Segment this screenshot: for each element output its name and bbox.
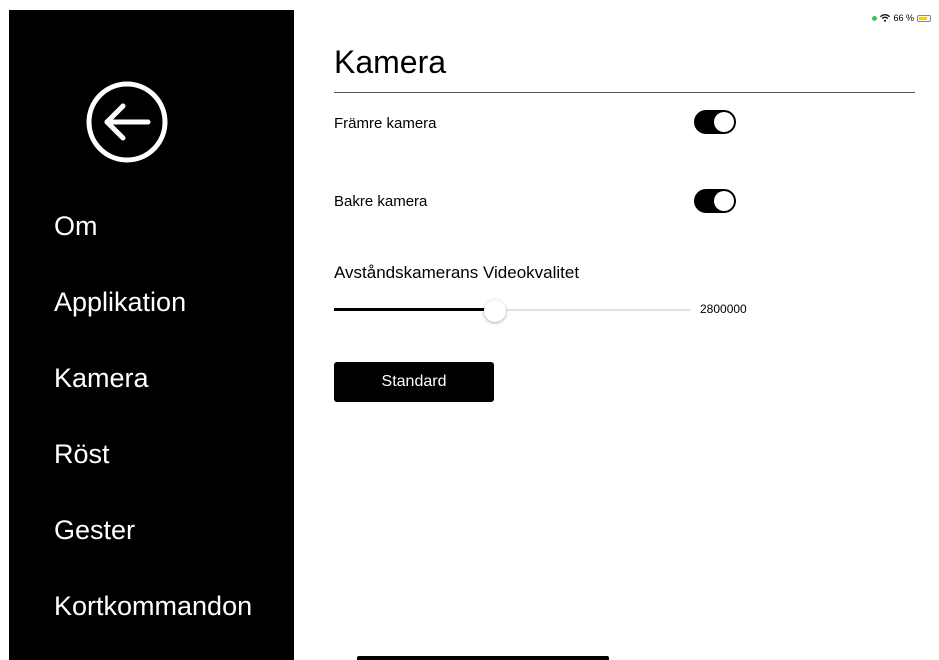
arrow-left-circle-icon [86, 81, 168, 163]
toggle-knob [714, 112, 734, 132]
slider-thumb[interactable] [483, 300, 506, 322]
toggle-knob [714, 191, 734, 211]
home-indicator [357, 656, 609, 660]
sidebar-item-om[interactable]: Om [54, 210, 98, 242]
standard-button[interactable]: Standard [334, 362, 494, 402]
sidebar-item-kortkommandon[interactable]: Kortkommandon [54, 590, 252, 622]
video-quality-slider[interactable] [334, 300, 691, 322]
sidebar-item-rost[interactable]: Röst [54, 438, 110, 470]
sidebar-item-applikation[interactable]: Applikation [54, 286, 186, 318]
battery-percentage: 66 % [893, 13, 914, 23]
slider-fill [334, 308, 495, 311]
rear-camera-toggle[interactable] [694, 189, 736, 213]
front-camera-toggle[interactable] [694, 110, 736, 134]
page-title: Kamera [334, 44, 447, 80]
status-bar: 66 % [872, 13, 931, 23]
title-divider [334, 92, 915, 93]
video-quality-label: Avståndskamerans Videokvalitet [334, 263, 580, 282]
wifi-icon [880, 14, 891, 22]
back-button[interactable] [85, 80, 169, 164]
rear-camera-label: Bakre kamera [334, 193, 428, 210]
sidebar-item-gester[interactable]: Gester [54, 514, 135, 546]
privacy-indicator-dot [872, 15, 878, 21]
front-camera-label: Främre kamera [334, 115, 437, 132]
video-quality-value: 2800000 [700, 302, 747, 316]
battery-icon [917, 14, 931, 22]
sidebar-item-kamera[interactable]: Kamera [54, 362, 149, 394]
sidebar: Om Applikation Kamera Röst Gester Kortko… [9, 10, 294, 660]
